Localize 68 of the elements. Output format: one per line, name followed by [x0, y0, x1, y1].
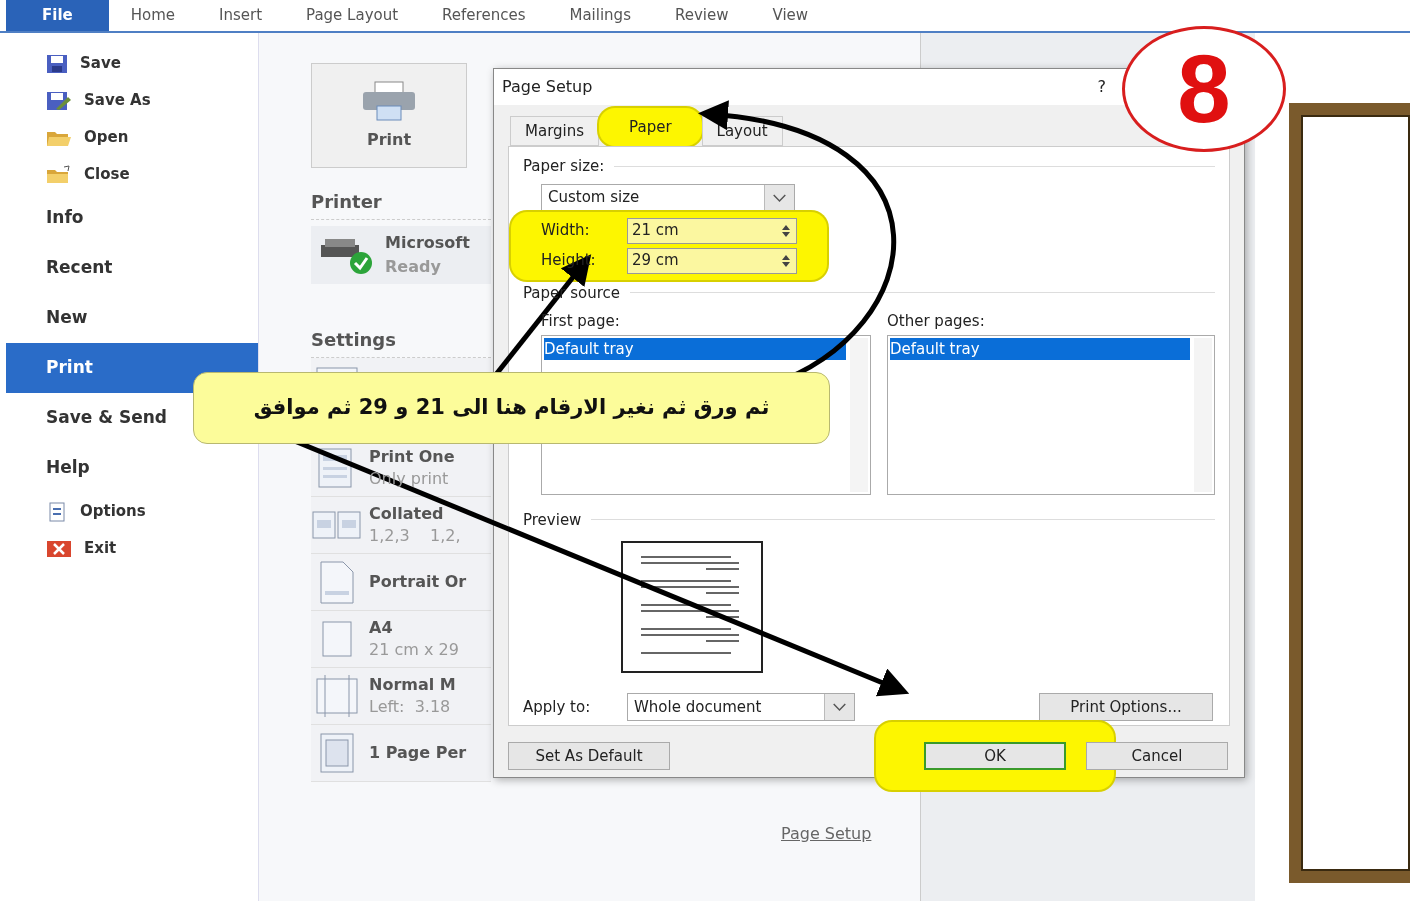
- scrollbar[interactable]: [850, 337, 868, 492]
- size-input-field[interactable]: 21 cm: [627, 217, 797, 244]
- dialog-title: Page Setup: [502, 76, 593, 98]
- list-label: First page:: [541, 312, 620, 330]
- menu-command[interactable]: Save: [6, 45, 258, 82]
- menu-section[interactable]: Help: [6, 443, 258, 493]
- ok-button[interactable]: OK: [924, 742, 1066, 770]
- section-heading: Printer: [311, 188, 491, 220]
- field-label: Width:: [541, 221, 590, 240]
- help-button[interactable]: ?: [1097, 75, 1106, 99]
- floppy-pencil-icon: [46, 90, 72, 111]
- apply-to-dropdown[interactable]: Whole document: [627, 693, 855, 721]
- setting-subtitle: 21 cm x 29: [369, 639, 459, 661]
- group-label: Preview: [523, 509, 582, 531]
- menu-section[interactable]: Print: [6, 343, 258, 393]
- print-setting[interactable]: A4 21 cm x 29: [311, 611, 491, 668]
- page-setup-link[interactable]: Page Setup: [781, 822, 920, 846]
- print-options-button[interactable]: Print Options...: [1039, 693, 1213, 721]
- scrollbar[interactable]: [1194, 337, 1212, 492]
- ribbon-tab[interactable]: Review: [652, 0, 751, 31]
- menu-section[interactable]: Recent: [6, 243, 258, 293]
- size-input-field[interactable]: 29 cm: [627, 247, 797, 274]
- ribbon-tab[interactable]: View: [750, 0, 831, 31]
- ribbon-tab[interactable]: Insert: [197, 0, 285, 31]
- printer-status: Ready: [385, 256, 442, 278]
- menu-command[interactable]: Save As: [6, 82, 258, 119]
- menu-section[interactable]: Info: [6, 193, 258, 243]
- ribbon-tab[interactable]: References: [420, 0, 548, 31]
- print-setting[interactable]: Portrait Or: [311, 554, 491, 611]
- cancel-button[interactable]: Cancel: [1086, 742, 1228, 770]
- setting-title: 1 Page Per: [369, 742, 467, 764]
- menu-command[interactable]: Options: [6, 493, 258, 530]
- group-label: Paper size:: [523, 156, 605, 177]
- document-icon: [46, 501, 68, 522]
- print-setting[interactable]: 1 Page Per: [311, 725, 491, 782]
- ribbon-tab[interactable]: Mailings: [547, 0, 653, 31]
- menu-section[interactable]: New: [6, 293, 258, 343]
- dialog-tab[interactable]: Paper: [599, 108, 702, 146]
- list-label: Other pages:: [887, 312, 985, 330]
- ribbon-tab[interactable]: Home: [108, 0, 197, 31]
- list-option[interactable]: Default tray: [890, 337, 1190, 360]
- menu-command[interactable]: Close: [6, 156, 258, 193]
- setting-subtitle: Left: 3.18: [369, 696, 452, 718]
- ribbon-tab[interactable]: File: [6, 0, 109, 31]
- close-icon: [46, 538, 72, 559]
- setting-title: Collated: [369, 503, 445, 525]
- printer-name: Microsoft: [385, 232, 470, 254]
- folder-icon: [46, 164, 72, 185]
- tray-listbox[interactable]: Default tray: [887, 334, 1215, 495]
- print-setting[interactable]: Collated 1,2,3 1,2,: [311, 497, 491, 554]
- menu-command[interactable]: Exit: [6, 530, 258, 567]
- setting-title: Portrait Or: [369, 571, 467, 593]
- dialog-tab[interactable]: Margins: [510, 116, 600, 146]
- list-option[interactable]: Default tray: [544, 337, 846, 360]
- dropdown-caret-icon[interactable]: [824, 694, 854, 720]
- setting-title: A4: [369, 617, 394, 639]
- setting-subtitle: 1,2,3 1,2,: [369, 525, 461, 547]
- dropdown-caret-icon[interactable]: [764, 184, 794, 211]
- field-label: Apply to:: [523, 696, 592, 718]
- print-setting[interactable]: Normal M Left: 3.18: [311, 668, 491, 725]
- callout-tooltip: ثم ورق ثم نغير الارقام هنا الى 21 و 29 ثم موافق: [193, 372, 830, 444]
- setting-title: Print One: [369, 446, 455, 468]
- menu-command[interactable]: Open: [6, 119, 258, 156]
- setting-title: Normal M: [369, 674, 456, 696]
- print-button[interactable]: Print: [311, 63, 467, 168]
- ribbon-tab[interactable]: Page Layout: [284, 0, 421, 31]
- printer-selector[interactable]: Microsoft Ready: [311, 226, 491, 284]
- set-as-default-button[interactable]: Set As Default: [508, 742, 670, 770]
